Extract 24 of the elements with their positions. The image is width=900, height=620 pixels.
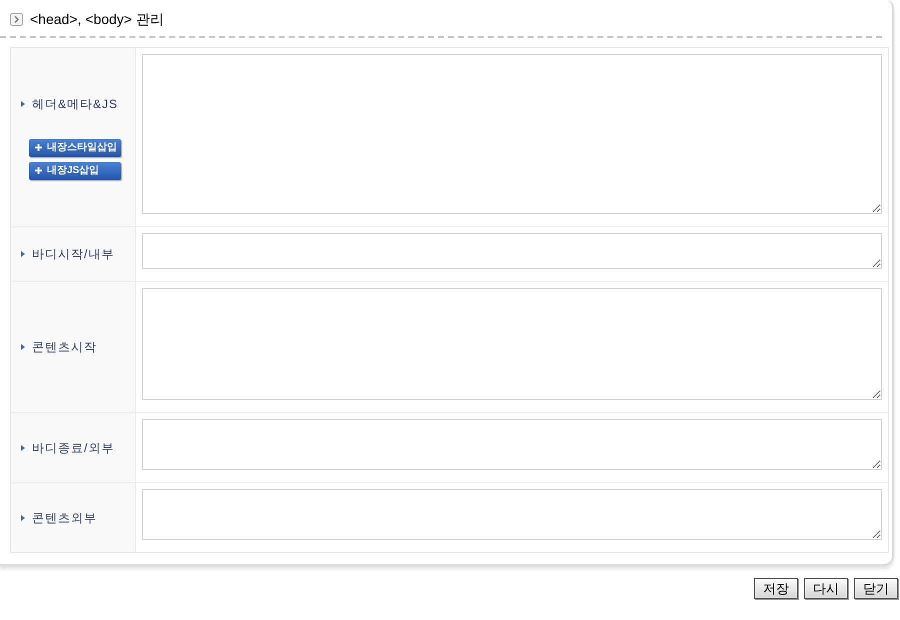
bullet-arrow-icon — [21, 514, 25, 520]
field-label: 헤더&메타&JS — [32, 96, 118, 112]
section-title: <head>, <body> 관리 — [30, 12, 164, 26]
bullet-arrow-icon — [21, 344, 25, 350]
field-label: 콘텐츠외부 — [32, 510, 97, 526]
plus-icon — [35, 167, 42, 174]
insert-button[interactable]: 내장JS삽입 — [29, 162, 121, 180]
field-label: 콘텐츠시작 — [32, 339, 97, 356]
text-area[interactable] — [142, 489, 882, 540]
action-button[interactable]: 저장 — [754, 578, 798, 599]
insert-button[interactable]: 내장스타일삽입 — [29, 138, 121, 156]
action-button[interactable]: 닫기 — [854, 578, 898, 599]
field-label: 바디시작/내부 — [32, 246, 114, 263]
text-area[interactable] — [142, 419, 882, 470]
text-area[interactable] — [142, 288, 882, 400]
bullet-arrow-icon — [21, 100, 25, 106]
bullet-arrow-icon — [21, 251, 25, 257]
action-button[interactable]: 다시 — [804, 578, 848, 599]
chevron-box-icon — [10, 12, 23, 26]
plus-icon — [35, 144, 42, 151]
field-label: 바디종료/외부 — [32, 440, 114, 456]
bullet-arrow-icon — [21, 444, 25, 450]
text-area[interactable] — [142, 233, 882, 269]
text-area[interactable] — [142, 54, 882, 214]
